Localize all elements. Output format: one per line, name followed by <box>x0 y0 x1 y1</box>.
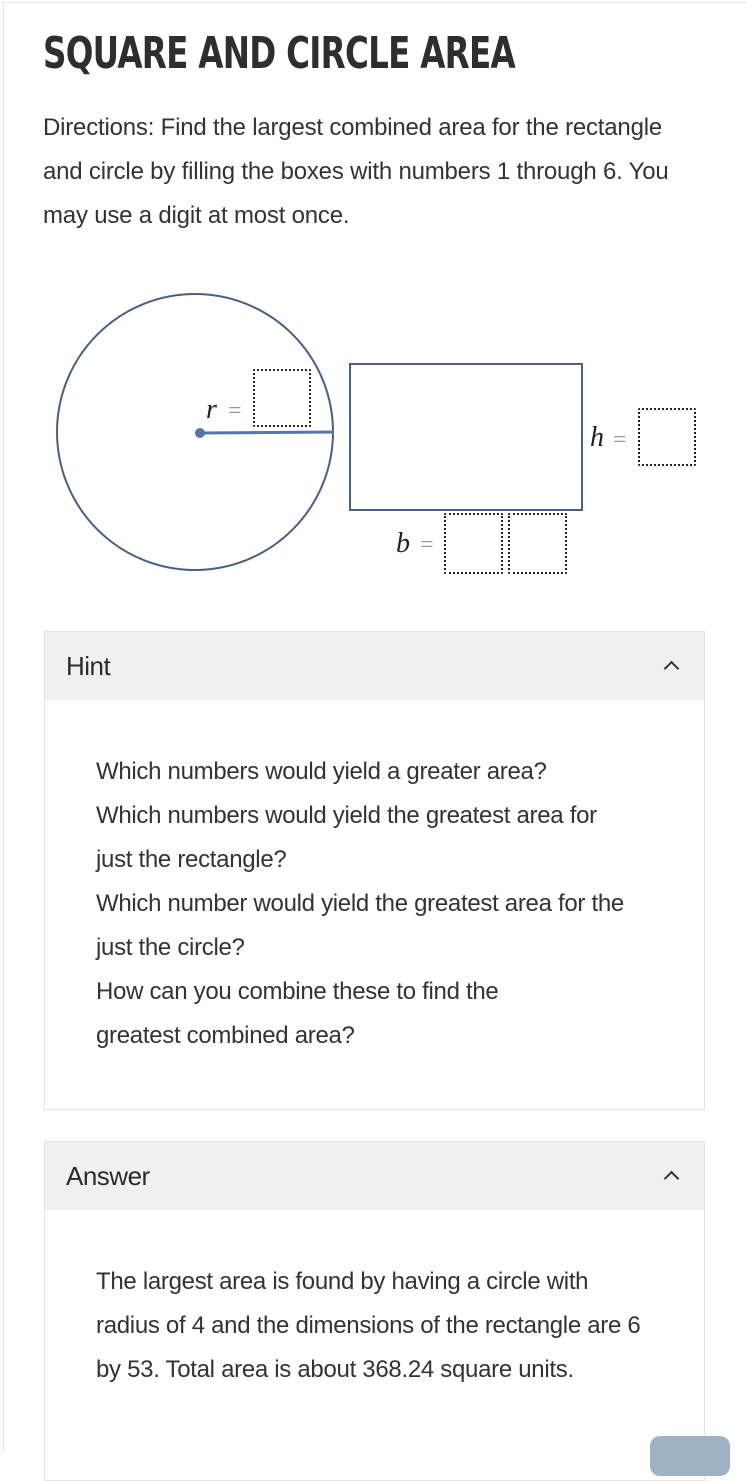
answer-title: Answer <box>66 1160 150 1191</box>
hint-line: Which numbers would yield a greater area… <box>96 758 547 785</box>
hint-line: Which number would yield the greatest ar… <box>96 890 624 961</box>
radius-digit-box[interactable] <box>253 369 311 427</box>
center-point <box>195 428 205 438</box>
base-tens-digit-box[interactable] <box>444 513 503 574</box>
hint-panel: Hint Which numbers would yield a greater… <box>44 631 705 1110</box>
hint-title: Hint <box>66 650 111 681</box>
area-figure: r = h = b = <box>40 280 720 600</box>
answer-panel: Answer The largest area is found by havi… <box>44 1141 705 1481</box>
base-label: b <box>396 528 410 559</box>
directions-text: Directions: Find the largest combined ar… <box>43 114 669 229</box>
rectangle-shape <box>349 363 583 511</box>
base-ones-digit-box[interactable] <box>508 513 567 574</box>
radius-line <box>199 430 335 435</box>
hint-body: Which numbers would yield a greater area… <box>45 700 704 1108</box>
radius-label: r <box>206 394 217 425</box>
hint-line: Which numbers would yield the greatest a… <box>96 802 597 873</box>
answer-body: The largest area is found by having a ci… <box>45 1210 704 1442</box>
hint-line: How can you combine these to find the gr… <box>96 978 499 1049</box>
answer-text: The largest area is found by having a ci… <box>96 1268 641 1383</box>
answer-toggle[interactable]: Answer <box>45 1142 704 1210</box>
base-equals: = <box>420 532 434 558</box>
height-equals: = <box>613 427 627 453</box>
hint-toggle[interactable]: Hint <box>45 632 704 700</box>
chevron-up-icon[interactable] <box>662 1166 682 1186</box>
height-label: h <box>590 422 604 453</box>
page-title: SQUARE AND CIRCLE AREA <box>43 28 516 79</box>
floating-action-button[interactable] <box>650 1436 730 1476</box>
radius-equals: = <box>228 398 242 424</box>
height-digit-box[interactable] <box>638 408 696 466</box>
chevron-up-icon[interactable] <box>662 656 682 676</box>
